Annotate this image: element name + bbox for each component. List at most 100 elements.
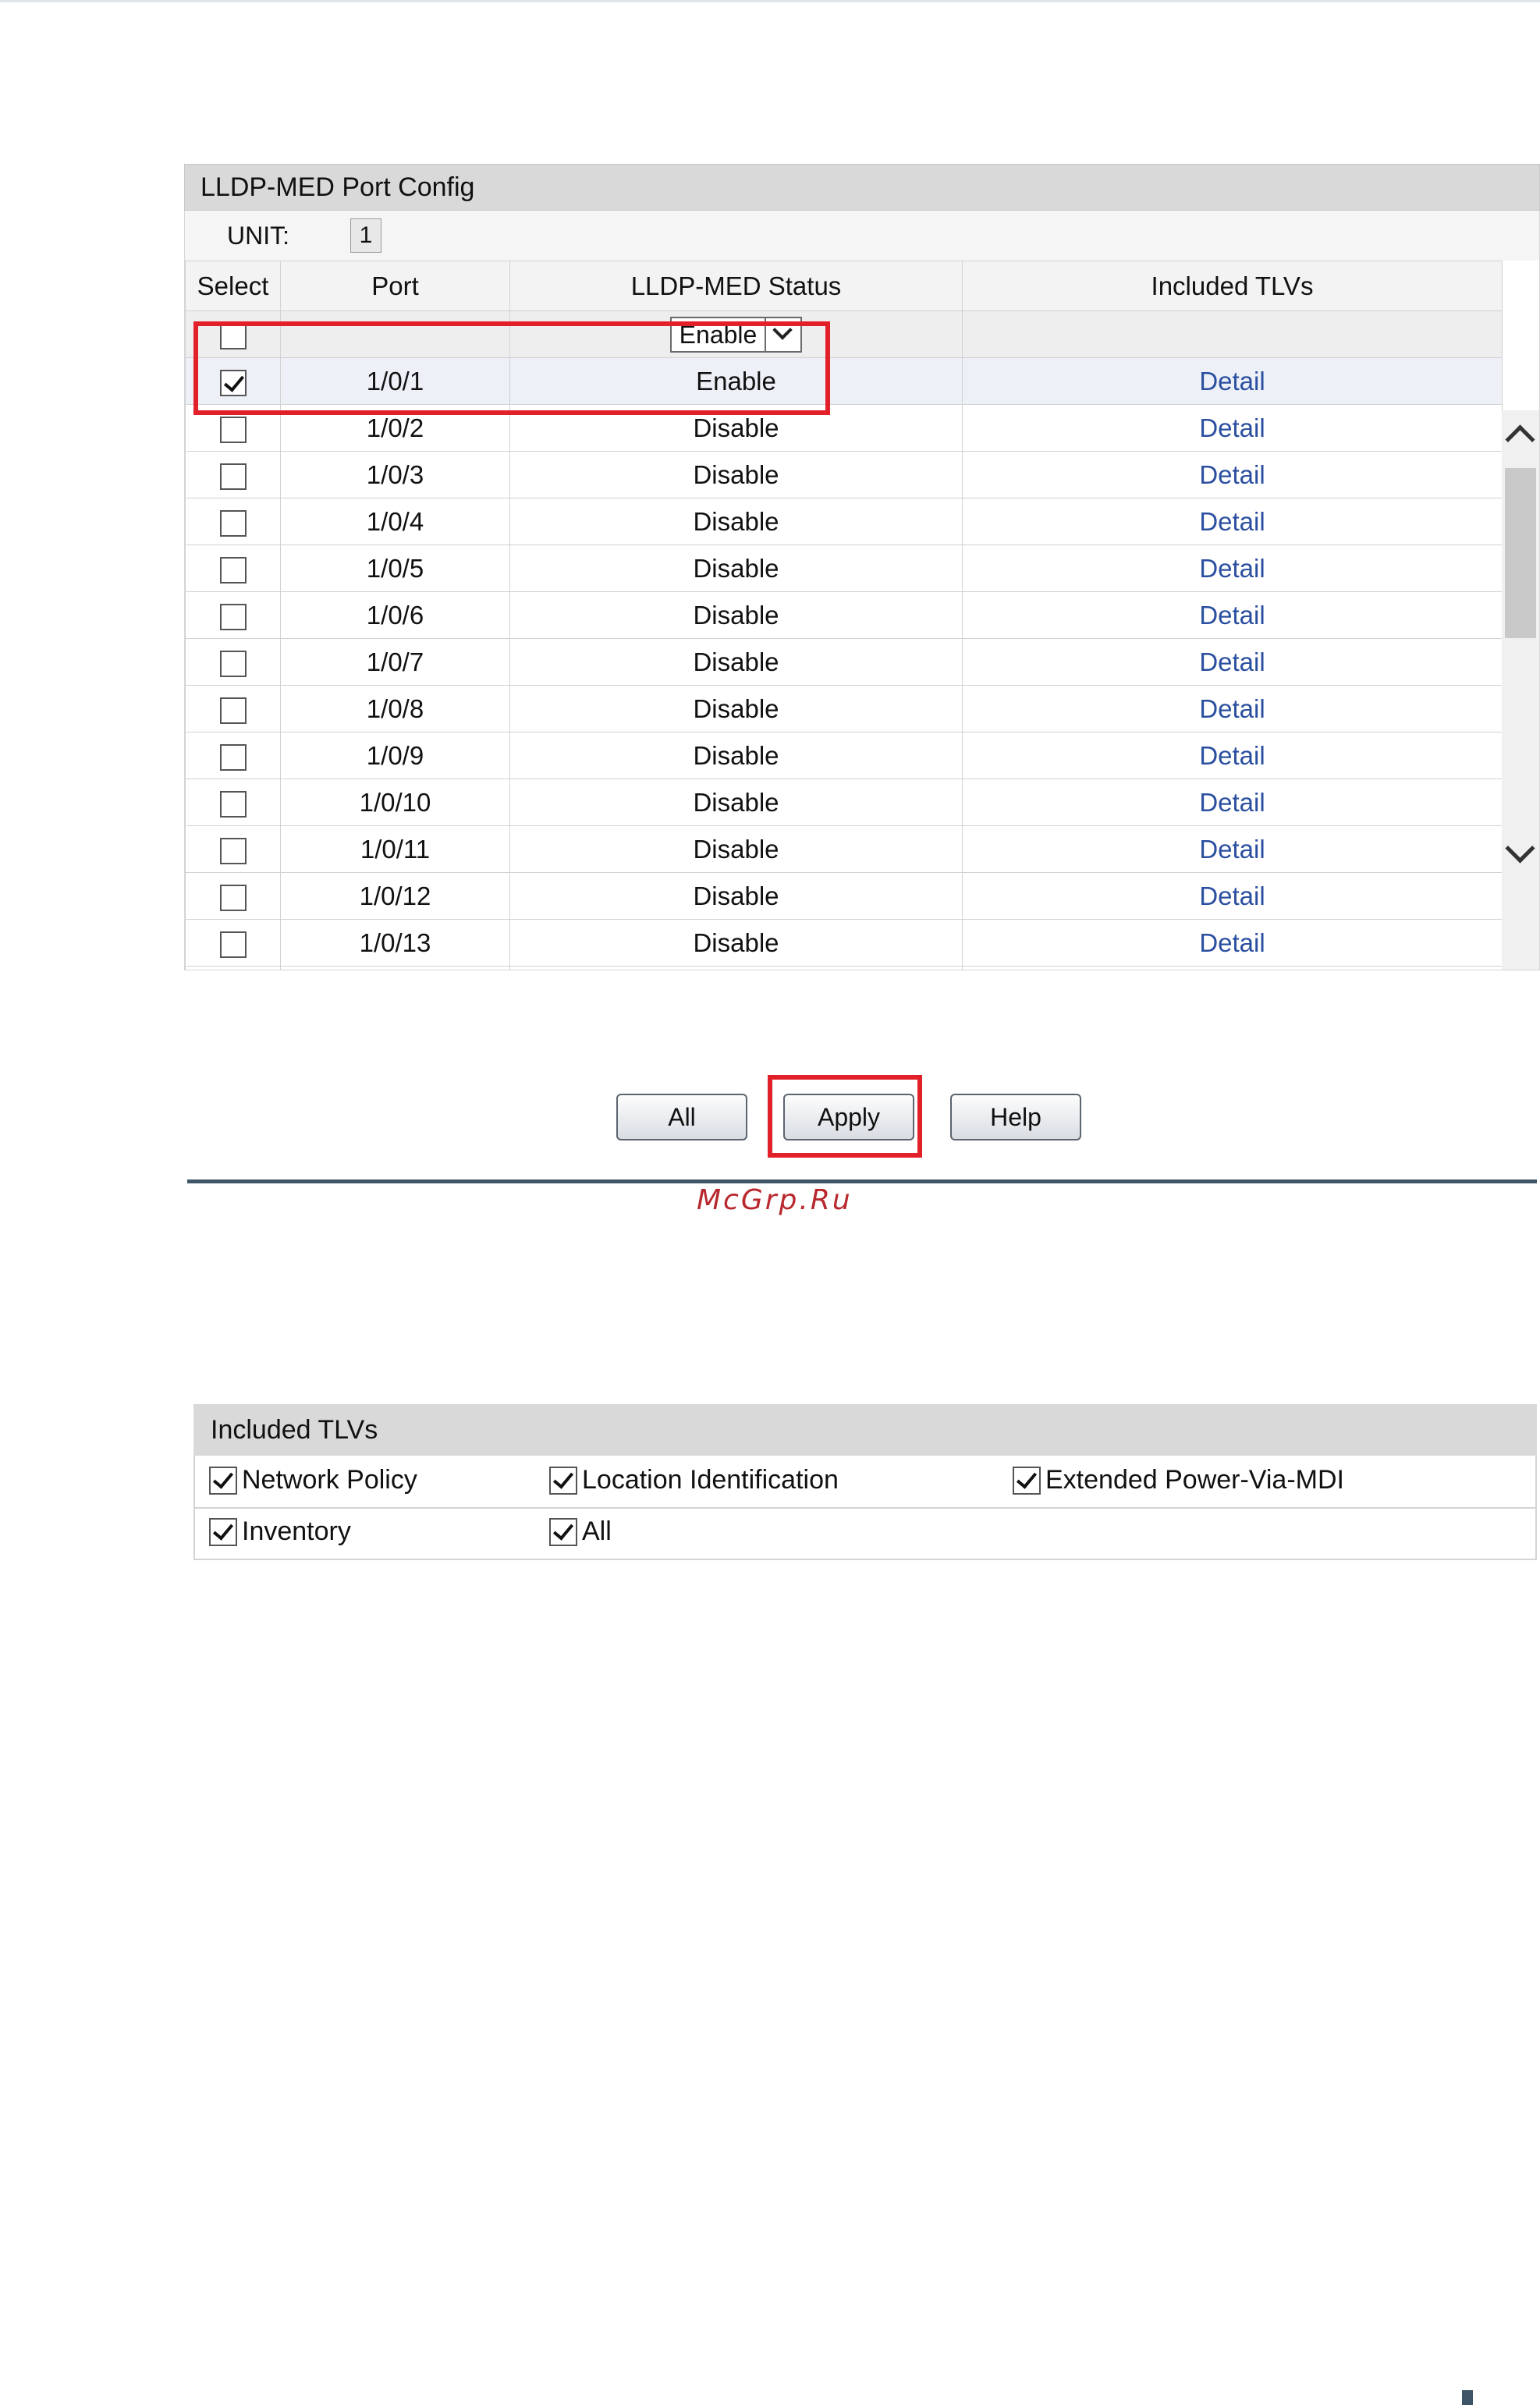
unit-label: UNIT: xyxy=(227,222,289,250)
tlv-option-inventory[interactable]: Inventory xyxy=(209,1516,351,1547)
network-policy-checkbox[interactable] xyxy=(209,1466,237,1495)
port-cell: 1/0/7 xyxy=(280,638,510,686)
port-cell: 1/0/3 xyxy=(280,451,510,498)
extended-power-via-mdi-label: Extended Power-Via-MDI xyxy=(1045,1465,1344,1495)
apply-button[interactable]: Apply xyxy=(783,1094,914,1140)
port-cell: 1/0/11 xyxy=(280,825,510,873)
port-cell: 1/0/4 xyxy=(280,498,510,545)
detail-link[interactable]: Detail xyxy=(1199,554,1265,583)
included-tlvs-cell: Detail xyxy=(962,732,1503,779)
table-row[interactable]: 1/0/8 Disable Detail xyxy=(185,685,1503,732)
table-row[interactable]: 1/0/12 Disable Detail xyxy=(185,872,1503,920)
unit-row: UNIT: 1 xyxy=(184,211,1540,261)
all-tlvs-label: All xyxy=(582,1516,612,1546)
watermark: McGrp.Ru xyxy=(697,1184,853,1216)
tlv-option-network-policy[interactable]: Network Policy xyxy=(209,1465,417,1495)
row-select-checkbox[interactable] xyxy=(219,790,247,818)
port-cell: 1/0/13 xyxy=(280,919,510,967)
status-cell: Disable xyxy=(509,498,963,545)
status-cell: Disable xyxy=(509,732,963,779)
tlv-option-all[interactable]: All xyxy=(549,1516,612,1547)
detail-link[interactable]: Detail xyxy=(1199,507,1265,536)
port-cell: 1/0/10 xyxy=(280,779,510,826)
port-cell: 1/0/14 xyxy=(280,966,510,970)
status-cell: Disable xyxy=(509,638,963,686)
row-select-checkbox[interactable] xyxy=(219,650,247,677)
location-identification-checkbox[interactable] xyxy=(549,1466,577,1495)
row-select-cell xyxy=(185,591,281,639)
table-row[interactable]: 1/0/3 Disable Detail xyxy=(185,451,1503,498)
detail-link[interactable]: Detail xyxy=(1199,367,1265,396)
row-select-checkbox[interactable] xyxy=(219,743,247,771)
port-cell: 1/0/8 xyxy=(280,685,510,732)
included-tlvs-title: Included TLVs xyxy=(193,1404,1537,1456)
scroll-down-arrow-icon[interactable] xyxy=(1505,833,1535,864)
lldp-med-port-config-panel: LLDP-MED Port Config UNIT: 1 Select Port… xyxy=(184,164,1540,970)
detail-link[interactable]: Detail xyxy=(1199,928,1265,957)
table-row[interactable]: 1/0/13 Disable Detail xyxy=(185,919,1503,967)
scroll-up-arrow-icon[interactable] xyxy=(1505,424,1535,455)
included-tlvs-cell: Detail xyxy=(962,966,1503,970)
row-select-cell xyxy=(185,544,281,592)
tlv-option-location-identification[interactable]: Location Identification xyxy=(549,1465,839,1495)
row-select-checkbox[interactable] xyxy=(219,603,247,630)
detail-link[interactable]: Detail xyxy=(1199,835,1265,864)
detail-link[interactable]: Detail xyxy=(1199,694,1265,723)
row-select-checkbox[interactable] xyxy=(219,837,247,864)
port-cell: 1/0/5 xyxy=(280,544,510,592)
section-divider xyxy=(187,1179,1537,1183)
detail-link[interactable]: Detail xyxy=(1199,460,1265,489)
included-tlvs-cell: Detail xyxy=(962,498,1503,545)
detail-link[interactable]: Detail xyxy=(1199,741,1265,770)
help-button[interactable]: Help xyxy=(950,1094,1081,1140)
included-tlvs-options: Network Policy Location Identification E… xyxy=(193,1456,1537,1560)
included-tlvs-cell: Detail xyxy=(962,451,1503,498)
extended-power-via-mdi-checkbox[interactable] xyxy=(1013,1466,1041,1495)
row-select-checkbox[interactable] xyxy=(219,697,247,724)
row-select-checkbox[interactable] xyxy=(219,884,247,911)
row-select-cell xyxy=(185,966,281,970)
tlv-option-extended-power-via-mdi[interactable]: Extended Power-Via-MDI xyxy=(1013,1465,1344,1495)
detail-link[interactable]: Detail xyxy=(1199,788,1265,817)
row-select-checkbox[interactable] xyxy=(219,416,247,443)
table-row[interactable]: 1/0/6 Disable Detail xyxy=(185,591,1503,639)
table-row[interactable]: 1/0/14DisableDetail xyxy=(185,966,1503,970)
status-cell: Disable xyxy=(509,451,963,498)
scrollbar-thumb[interactable] xyxy=(1505,468,1536,638)
row-select-cell xyxy=(185,451,281,498)
column-header-included-tlvs: Included TLVs xyxy=(962,261,1503,311)
inventory-label: Inventory xyxy=(242,1516,351,1546)
detail-link[interactable]: Detail xyxy=(1199,647,1265,676)
table-row[interactable]: 1/0/4 Disable Detail xyxy=(185,498,1503,545)
row-select-checkbox[interactable] xyxy=(219,931,247,958)
included-tlvs-cell: Detail xyxy=(962,638,1503,686)
included-tlvs-cell: Detail xyxy=(962,825,1503,873)
row-select-checkbox[interactable] xyxy=(219,556,247,584)
detail-link[interactable]: Detail xyxy=(1199,881,1265,910)
port-cell: 1/0/6 xyxy=(280,591,510,639)
port-cell: 1/0/12 xyxy=(280,872,510,920)
included-tlvs-cell: Detail xyxy=(962,685,1503,732)
all-tlvs-checkbox[interactable] xyxy=(549,1517,577,1546)
table-row[interactable]: 1/0/7 Disable Detail xyxy=(185,638,1503,686)
table-row[interactable]: 1/0/10 Disable Detail xyxy=(185,779,1503,826)
table-row[interactable]: 1/0/5 Disable Detail xyxy=(185,544,1503,592)
table-row[interactable]: 1/0/9 Disable Detail xyxy=(185,732,1503,779)
column-header-port: Port xyxy=(280,261,510,311)
inventory-checkbox[interactable] xyxy=(209,1517,237,1546)
row-select-cell xyxy=(185,685,281,732)
row-select-checkbox[interactable] xyxy=(219,463,247,490)
unit-selector[interactable]: 1 xyxy=(350,218,381,253)
column-header-select: Select xyxy=(185,261,281,311)
row-select-checkbox[interactable] xyxy=(219,509,247,537)
status-cell: Disable xyxy=(509,779,963,826)
included-tlvs-cell: Detail xyxy=(962,779,1503,826)
status-cell: Disable xyxy=(509,685,963,732)
vertical-scrollbar[interactable] xyxy=(1502,410,1539,970)
detail-link[interactable]: Detail xyxy=(1199,601,1265,630)
detail-link[interactable]: Detail xyxy=(1199,413,1265,442)
table-row[interactable]: 1/0/11 Disable Detail xyxy=(185,825,1503,873)
all-button[interactable]: All xyxy=(616,1094,747,1140)
row-select-cell xyxy=(185,825,281,873)
column-header-status: LLDP-MED Status xyxy=(509,261,963,311)
